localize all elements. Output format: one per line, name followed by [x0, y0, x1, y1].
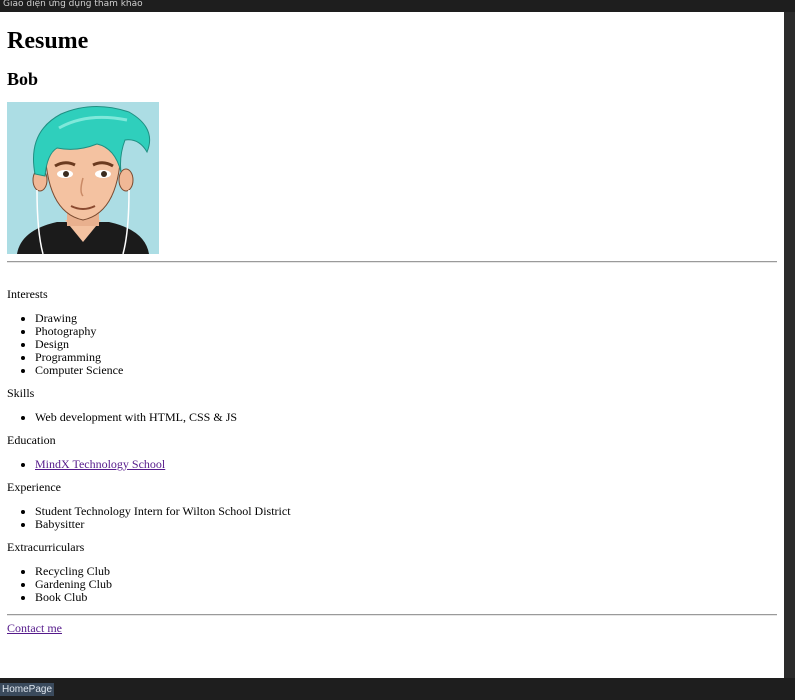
list-item: Drawing — [35, 312, 777, 325]
interests-label: Interests — [7, 287, 48, 301]
bottom-divider — [7, 614, 777, 616]
window-title: Giao diện ứng dụng tham khảo — [0, 0, 795, 12]
contact-link[interactable]: Contact me — [7, 621, 62, 635]
list-item: MindX Technology School — [35, 458, 777, 471]
skills-list: Web development with HTML, CSS & JS — [7, 411, 777, 424]
skills-label: Skills — [7, 386, 35, 400]
status-bar: HomePage — [0, 678, 795, 700]
list-item: Design — [35, 338, 777, 351]
status-page-label: HomePage — [0, 683, 55, 696]
browser-viewport: Resume Bob Interests Drawing — [0, 12, 784, 678]
list-item: Student Technology Intern for Wilton Sch… — [35, 505, 777, 518]
top-divider — [7, 261, 777, 263]
extracurriculars-label: Extracurriculars — [7, 540, 85, 554]
list-item: Babysitter — [35, 518, 777, 531]
person-name: Bob — [7, 69, 39, 89]
list-item: Photography — [35, 325, 777, 338]
list-item: Recycling Club — [35, 565, 777, 578]
education-label: Education — [7, 433, 56, 447]
resume-document: Resume Bob Interests Drawing — [0, 28, 784, 635]
education-school-link[interactable]: MindX Technology School — [35, 457, 165, 471]
cartoon-person-icon — [7, 102, 159, 254]
contact-row: Contact me — [7, 621, 777, 635]
experience-label: Experience — [7, 480, 61, 494]
list-item: Programming — [35, 351, 777, 364]
page-title: Resume — [7, 28, 89, 54]
vertical-scrollbar[interactable] — [784, 12, 795, 678]
list-item: Web development with HTML, CSS & JS — [35, 411, 777, 424]
interests-list: Drawing Photography Design Programming C… — [7, 312, 777, 377]
list-item: Book Club — [35, 591, 777, 604]
list-item: Computer Science — [35, 364, 777, 377]
experience-list: Student Technology Intern for Wilton Sch… — [7, 505, 777, 531]
extracurriculars-list: Recycling Club Gardening Club Book Club — [7, 565, 777, 604]
education-list: MindX Technology School — [7, 458, 777, 471]
list-item: Gardening Club — [35, 578, 777, 591]
